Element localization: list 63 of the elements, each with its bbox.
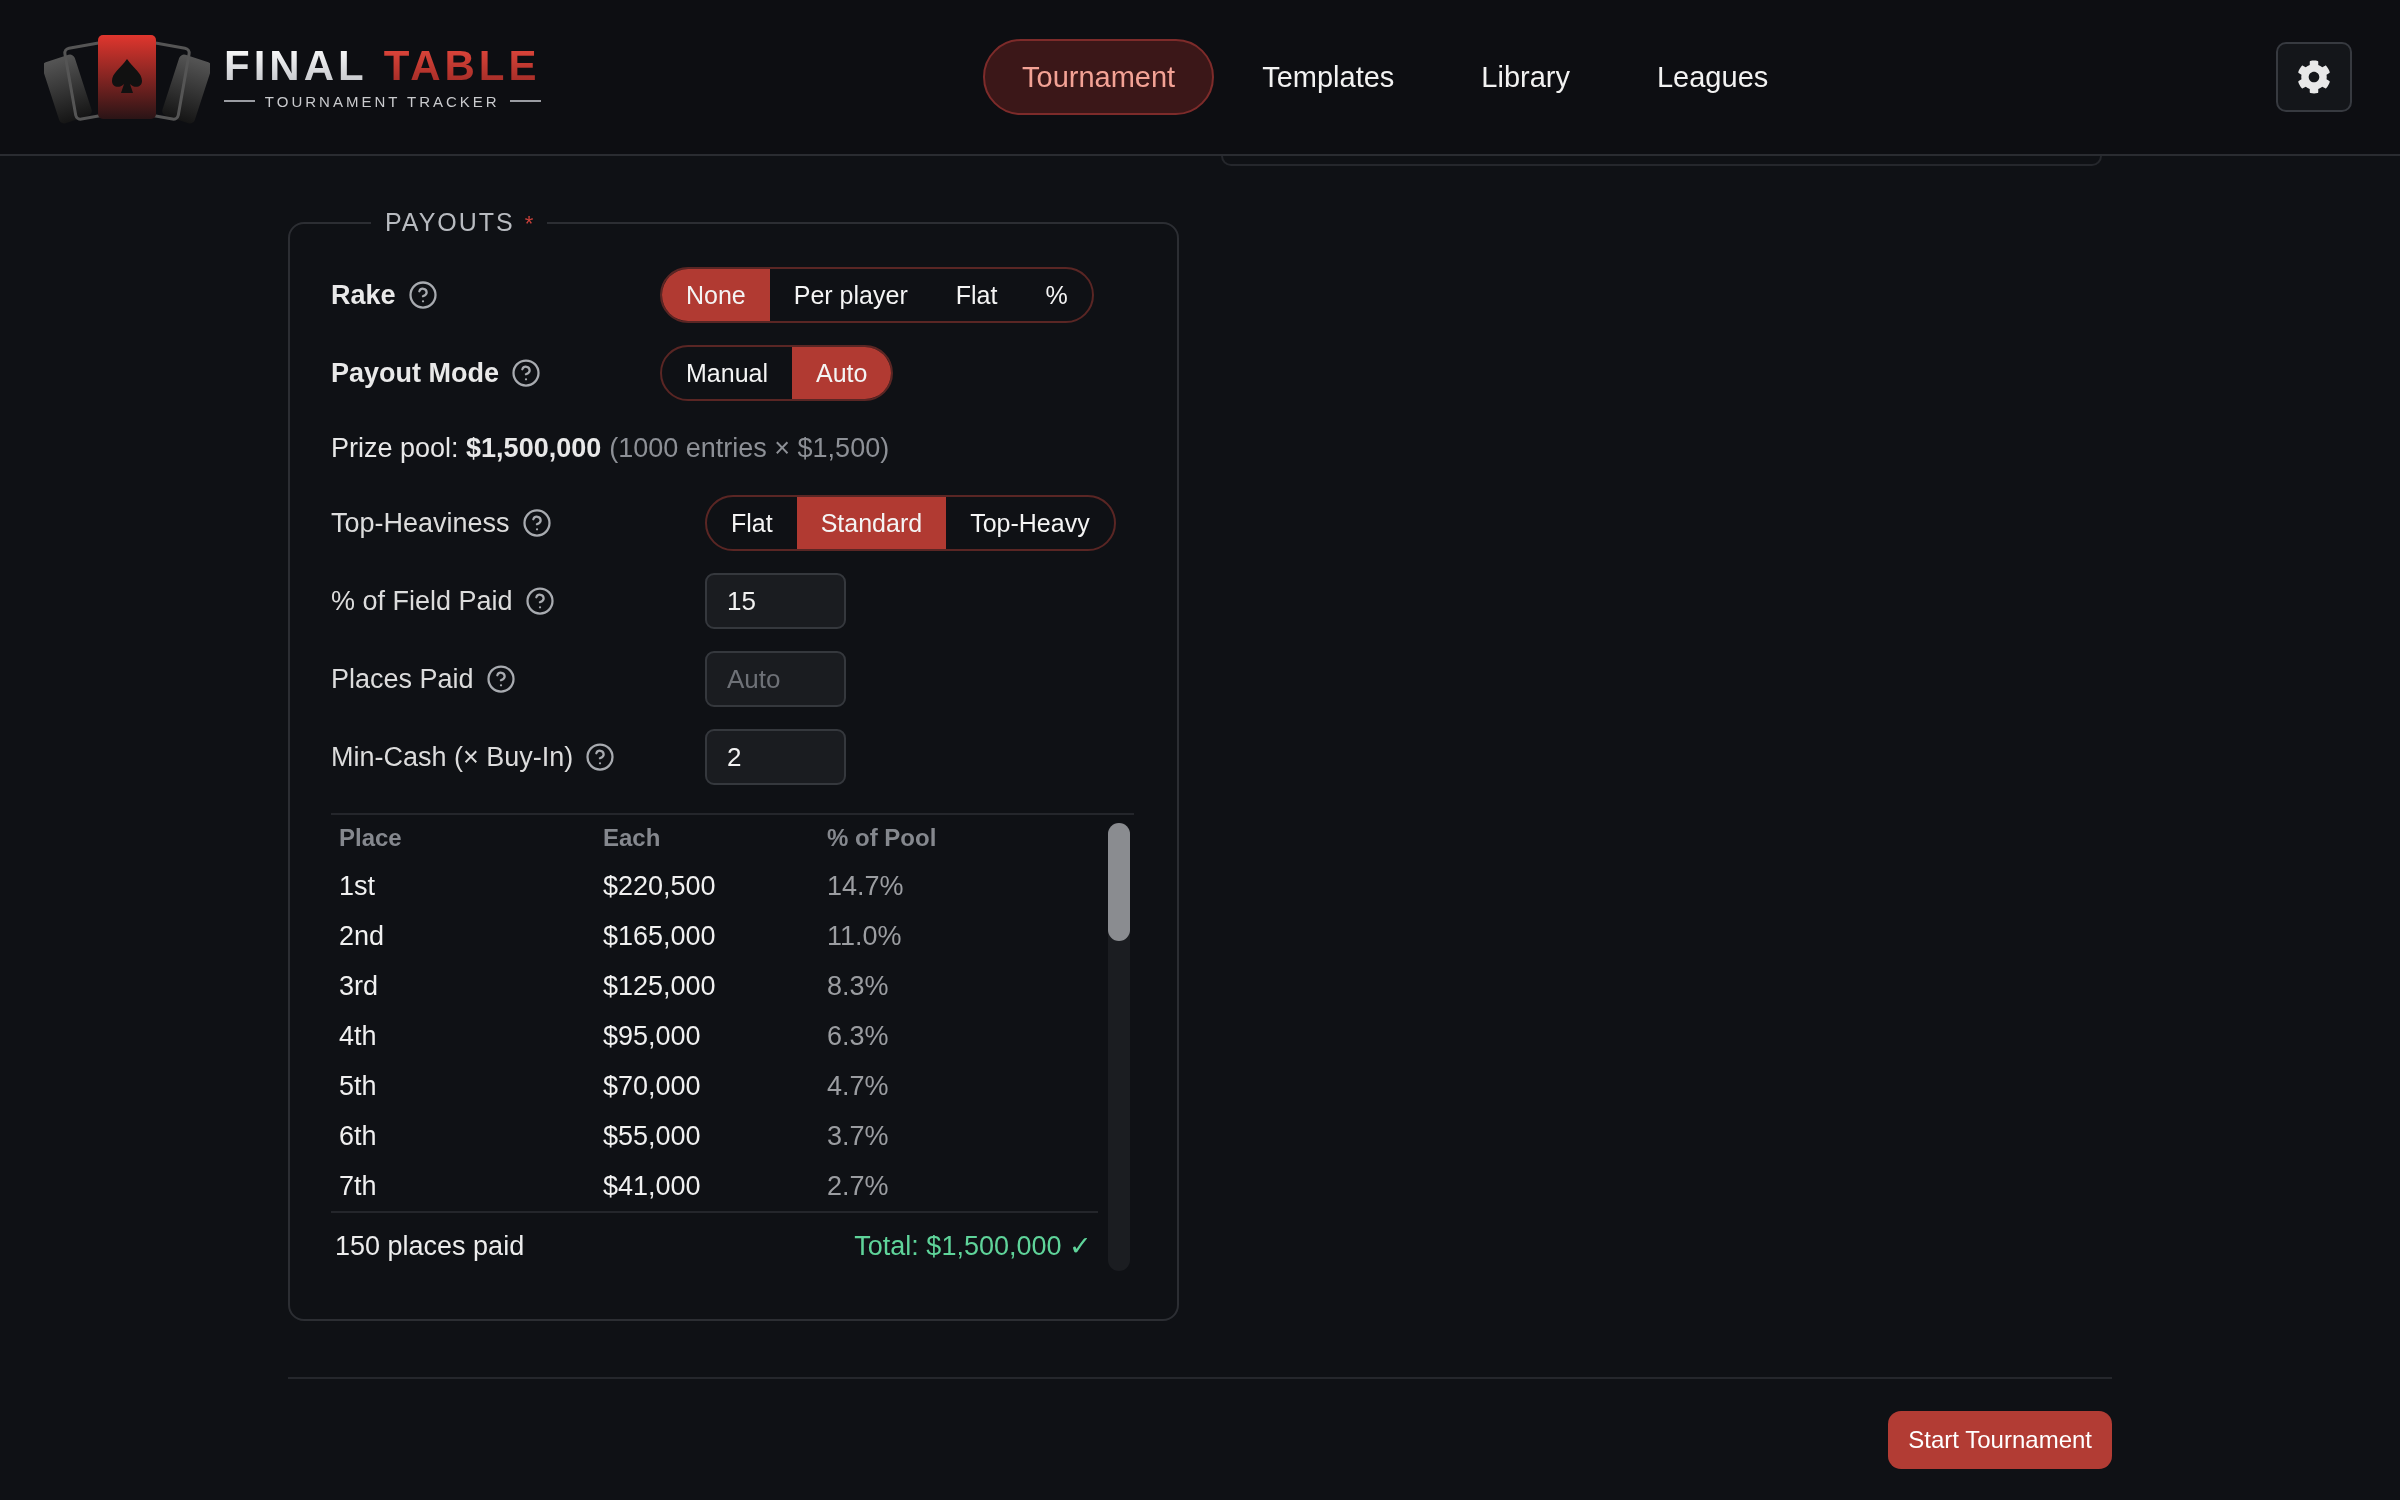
table-cell-text: 6th: [339, 1119, 378, 1153]
start-tournament-button[interactable]: Start Tournament: [1888, 1411, 2112, 1469]
number-input[interactable]: Auto: [705, 651, 846, 707]
table-cell-text: 2.7%: [827, 1169, 890, 1203]
help-icon[interactable]: [524, 586, 555, 616]
help-icon[interactable]: [585, 742, 616, 772]
segment-option[interactable]: Manual: [662, 347, 792, 399]
places-paid-text: 150 places paid: [335, 1230, 525, 1262]
entries-note: (1000 entries × $1,500): [609, 432, 890, 464]
table-cell-text: 4.7%: [827, 1069, 890, 1103]
section-title: PAYOUTS: [385, 208, 515, 237]
help-icon[interactable]: [407, 280, 438, 310]
field-label: Rake: [331, 279, 396, 311]
table-cell-text: 3.7%: [827, 1119, 890, 1153]
table-cell-text: $125,000: [603, 969, 717, 1003]
nav-tab[interactable]: Tournament: [983, 39, 1215, 115]
field-label: Min-Cash (× Buy-In): [331, 741, 574, 773]
help-icon[interactable]: [485, 664, 516, 694]
total-text: Total: $1,500,000 ✓: [854, 1230, 1092, 1262]
table-cell-text: 2nd: [339, 919, 386, 953]
segment-option[interactable]: Per player: [769, 269, 932, 321]
column-header: % of Pool: [827, 823, 938, 853]
table-cell-text: 8.3%: [827, 969, 890, 1003]
table-cell-text: $165,000: [603, 919, 717, 953]
nav-tab[interactable]: Leagues: [1618, 39, 1808, 115]
column-header: Each: [603, 823, 662, 853]
column-header: Place: [339, 823, 403, 853]
field-label: Top-Heaviness: [331, 507, 510, 539]
segment-option[interactable]: Flat: [707, 497, 797, 549]
table-cell-text: $55,000: [603, 1119, 702, 1153]
segment-option[interactable]: None: [662, 269, 770, 321]
scrollbar-thumb[interactable]: [1108, 823, 1130, 941]
table-cell-text: 14.7%: [827, 869, 905, 903]
segment-option[interactable]: Standard: [796, 497, 947, 549]
field-label: Payout Mode: [331, 357, 499, 389]
segment-option[interactable]: Top-Heavy: [946, 497, 1114, 549]
nav-tab[interactable]: Library: [1442, 39, 1609, 115]
logo-subtitle: TOURNAMENT TRACKER: [264, 92, 500, 110]
table-cell-text: 3rd: [339, 969, 380, 1003]
help-icon[interactable]: [521, 508, 552, 538]
number-input[interactable]: 2: [705, 729, 846, 785]
table-cell-text: $70,000: [603, 1069, 702, 1103]
table-cell-text: $95,000: [603, 1019, 702, 1053]
table-cell-text: 1st: [339, 869, 377, 903]
table-cell-text: $41,000: [603, 1169, 702, 1203]
segment-option[interactable]: Flat: [931, 269, 1022, 321]
field-label: Places Paid: [331, 663, 474, 695]
segment-option[interactable]: Auto: [792, 347, 892, 399]
segment-option[interactable]: %: [1021, 269, 1092, 321]
field-label: % of Field Paid: [331, 585, 513, 617]
required-mark: *: [524, 211, 534, 237]
nav-tab[interactable]: Templates: [1223, 39, 1434, 115]
table-cell-text: 6.3%: [827, 1019, 890, 1053]
table-cell-text: 5th: [339, 1069, 378, 1103]
table-cell-text: 4th: [339, 1019, 378, 1053]
settings-button[interactable]: [2276, 42, 2352, 112]
prize-pool-text: Prize pool: $1,500,000: [331, 432, 602, 464]
number-input[interactable]: 15: [705, 573, 846, 629]
settings-icon: [2297, 60, 2331, 94]
table-cell-text: 7th: [339, 1169, 378, 1203]
table-cell-text: $220,500: [603, 869, 717, 903]
help-icon[interactable]: [511, 358, 541, 388]
table-cell-text: 11.0%: [827, 919, 903, 953]
